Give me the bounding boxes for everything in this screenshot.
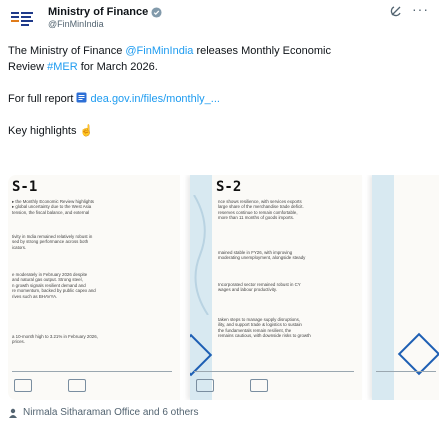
post-text-mid: releases Monthly Economic bbox=[193, 45, 331, 57]
slide-accent-band bbox=[372, 175, 394, 400]
slide-paragraph: Incorporated sector remained robust in C… bbox=[218, 282, 301, 293]
tagged-people[interactable]: Nirmala Sitharaman Office and 6 others bbox=[8, 407, 198, 418]
grok-icon[interactable] bbox=[389, 4, 403, 18]
person-icon bbox=[9, 408, 17, 418]
slide-paragraph: nce shows resilience, with services expo… bbox=[218, 199, 304, 221]
post-text-line-2: Review #MER for March 2026. bbox=[8, 59, 428, 75]
slide-paragraph: ▸ the Monthly Economic Review highlights… bbox=[12, 199, 95, 215]
footer-logo bbox=[14, 379, 32, 392]
slide-1[interactable]: S-1 ▸ the Monthly Economic Review highli… bbox=[8, 175, 180, 400]
display-name[interactable]: Ministry of Finance bbox=[48, 6, 148, 18]
hashtag-link[interactable]: #MER bbox=[47, 61, 78, 73]
slide-divider bbox=[194, 371, 354, 372]
full-report-label: For full report bbox=[8, 93, 77, 105]
slide-paragraph: e moderately in February 2026 despite an… bbox=[12, 272, 96, 299]
key-highlights: Key highlights ☝ bbox=[8, 125, 94, 137]
post-text: The Ministry of Finance @FinMinIndia rel… bbox=[8, 43, 428, 139]
post-text-review: Review bbox=[8, 61, 48, 73]
display-name-row[interactable]: Ministry of Finance bbox=[48, 6, 162, 18]
verified-badge-icon bbox=[151, 6, 162, 18]
media-carousel[interactable]: S-1 ▸ the Monthly Economic Review highli… bbox=[8, 175, 439, 400]
slide-number: S-1 bbox=[12, 179, 38, 195]
post-text-intro: The Ministry of Finance bbox=[8, 45, 126, 57]
report-link[interactable]: dea.gov.in/files/monthly_... bbox=[91, 93, 220, 105]
slide-paragraph: tivity in India remained relatively robu… bbox=[12, 234, 93, 250]
slide-paragraph: mained stable in FY26, with improving mo… bbox=[218, 250, 306, 261]
footer-logo bbox=[196, 379, 214, 392]
report-doc-icon bbox=[76, 92, 87, 103]
slide-2[interactable]: S-2 nce shows resilience, with services … bbox=[190, 175, 362, 400]
author-names: Ministry of Finance @FinMinIndia bbox=[48, 6, 162, 29]
more-options-icon[interactable]: ··· bbox=[412, 2, 429, 16]
slide-wave-decoration bbox=[193, 195, 209, 315]
slide-paragraph: a 10-month high to 3.21% in February 202… bbox=[12, 334, 98, 345]
footer-logo bbox=[68, 379, 86, 392]
post-text-month: for March 2026. bbox=[77, 61, 158, 73]
post-header: Ministry of Finance @FinMinIndia ··· bbox=[8, 2, 431, 38]
tagged-text: Nirmala Sitharaman Office and 6 others bbox=[23, 407, 199, 418]
avatar[interactable] bbox=[8, 6, 38, 32]
slide-divider bbox=[12, 371, 172, 372]
author-handle[interactable]: @FinMinIndia bbox=[48, 19, 162, 29]
post-text-line-1: The Ministry of Finance @FinMinIndia rel… bbox=[8, 43, 428, 59]
slide-paragraph: taken steps to manage supply disruptions… bbox=[218, 317, 311, 339]
slide-number: S-2 bbox=[216, 179, 242, 195]
footer-logo bbox=[250, 379, 268, 392]
post-text-line-3: For full report dea.gov.in/files/monthly… bbox=[8, 91, 428, 107]
slide-3[interactable] bbox=[372, 175, 439, 400]
slide-divider bbox=[376, 371, 436, 372]
slide-diamond-decoration bbox=[397, 332, 439, 376]
mention-link[interactable]: @FinMinIndia bbox=[125, 45, 193, 57]
